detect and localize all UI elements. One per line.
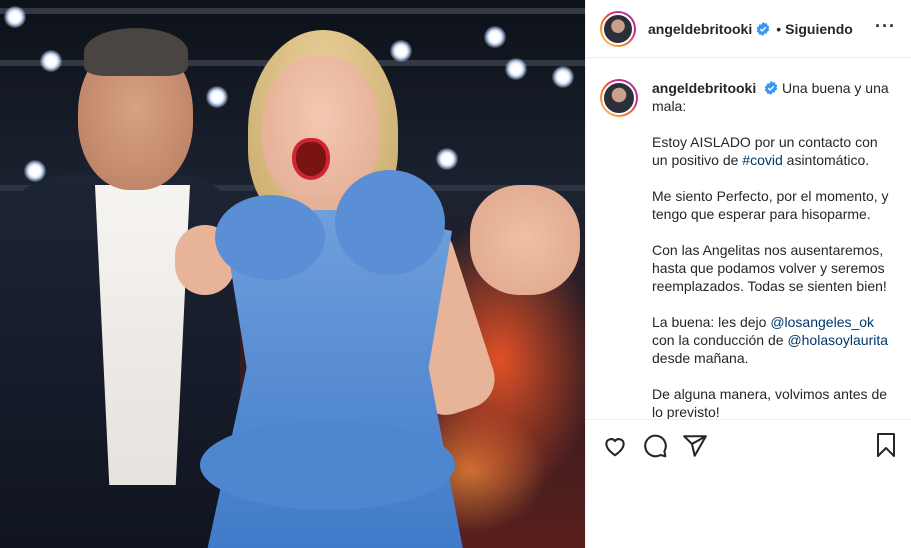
comment-icon[interactable] [642, 433, 668, 459]
caption-intro: angeldebritooki Una buena y una mala: [652, 79, 892, 115]
post-photo[interactable] [0, 0, 585, 548]
caption-text-segment: con la conducción de [652, 332, 788, 348]
caption-text-segment: desde mañana. [652, 350, 749, 366]
caption-text-segment: asintomático. [782, 152, 870, 168]
stage-light [484, 26, 506, 48]
man-hair [84, 28, 188, 76]
caption-area[interactable]: angeldebritooki Una buena y una mala: Es… [586, 59, 911, 419]
dress-peplum [200, 420, 455, 510]
stage-truss [0, 8, 585, 14]
dress-ruffle [215, 195, 325, 280]
caption-paragraph: La buena: les dejo @losangeles_ok con la… [652, 313, 892, 367]
caption-username[interactable]: angeldebritooki [652, 80, 756, 96]
caption-paragraph: Estoy AISLADO por un contacto con un pos… [652, 133, 892, 169]
heart-icon[interactable] [602, 433, 628, 459]
stage-light [436, 148, 458, 170]
mention-holasoylaurita[interactable]: @holasoylaurita [787, 332, 888, 348]
caption-text: angeldebritooki Una buena y una mala: Es… [652, 79, 892, 419]
woman-mouth [292, 138, 330, 180]
post-sidebar: angeldebritooki • Siguiendo ··· angeldeb… [585, 0, 911, 548]
share-icon[interactable] [682, 433, 708, 459]
hashtag-covid[interactable]: #covid [742, 152, 782, 168]
stage-light [4, 6, 26, 28]
caption-paragraph: Me siento Perfecto, por el momento, y te… [652, 188, 889, 222]
stage-light [40, 50, 62, 72]
verified-badge-icon [756, 21, 770, 36]
caption-row: angeldebritooki Una buena y una mala: Es… [600, 79, 892, 419]
following-button[interactable]: Siguiendo [785, 21, 853, 37]
caption-text-segment: La buena: les dejo [652, 314, 771, 330]
bookmark-icon[interactable] [874, 432, 898, 458]
avatar[interactable] [600, 10, 636, 47]
man-shirt [95, 185, 190, 485]
caption-paragraph: De alguna manera, volvimos antes de lo p… [652, 386, 888, 419]
mention-losangeles[interactable]: @losangeles_ok [770, 314, 874, 330]
stage-light [206, 86, 228, 108]
woman-hand [470, 185, 580, 295]
dress-ruffle [335, 170, 445, 275]
username-link[interactable]: angeldebritooki [648, 21, 752, 37]
verified-badge-icon [764, 81, 778, 95]
separator-dot: • [776, 20, 782, 37]
caption-paragraph: Con las Angelitas nos ausentaremos, hast… [652, 242, 887, 294]
caption-avatar[interactable] [600, 79, 638, 117]
action-bar [586, 419, 911, 471]
stage-light [390, 40, 412, 62]
post-header: angeldebritooki • Siguiendo ··· [586, 0, 911, 58]
stage-light [505, 58, 527, 80]
stage-light [552, 66, 574, 88]
more-options-icon[interactable]: ··· [875, 16, 896, 37]
